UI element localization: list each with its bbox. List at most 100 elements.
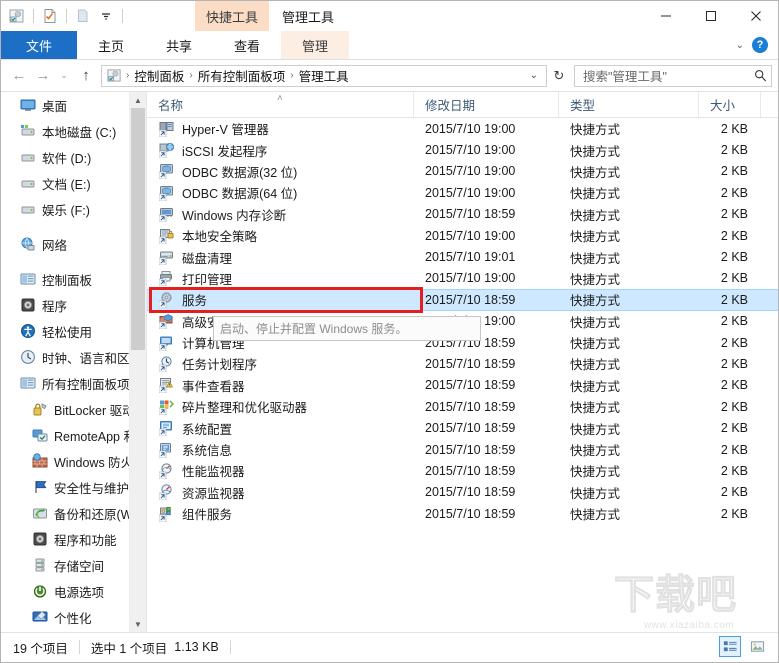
sidebar-item-11[interactable]: BitLocker 驱动器加密 bbox=[1, 396, 146, 422]
sidebar-item-7[interactable]: 程序 bbox=[1, 292, 146, 318]
sidebar-item-6[interactable]: 控制面板 bbox=[1, 266, 146, 292]
column-header-size[interactable]: 大小 bbox=[699, 92, 761, 117]
file-name-label: 系统信息 bbox=[182, 444, 233, 459]
sidebar-item-0[interactable]: 桌面 bbox=[1, 92, 146, 118]
sidebar-item-12[interactable]: RemoteApp 和桌面连接 bbox=[1, 422, 146, 448]
sidebar-item-18[interactable]: 电源选项 bbox=[1, 578, 146, 604]
sidebar-item-1[interactable]: 本地磁盘 (C:) bbox=[1, 118, 146, 144]
sidebar-item-3[interactable]: 文档 (E:) bbox=[1, 170, 146, 196]
table-row[interactable]: 服务 2015/7/10 18:59 快捷方式 2 KB bbox=[147, 289, 778, 311]
table-row[interactable]: 组件服务 2015/7/10 18:59 快捷方式 2 KB bbox=[147, 503, 778, 524]
sidebar-item-label: 文档 (E:) bbox=[42, 177, 91, 192]
title-bar: 快捷工具 管理工具 bbox=[1, 1, 778, 31]
file-name-cell: ODBC 数据源(64 位) bbox=[147, 183, 414, 202]
file-name-cell: 组件服务 bbox=[147, 504, 414, 523]
sidebar-item-17[interactable]: 存储空间 bbox=[1, 552, 146, 578]
sidebar-item-label: 安全性与维护 bbox=[54, 481, 130, 496]
table-row[interactable]: ODBC 数据源(32 位) 2015/7/10 19:00 快捷方式 2 KB bbox=[147, 161, 778, 182]
table-row[interactable]: 打印管理 2015/7/10 19:00 快捷方式 2 KB bbox=[147, 268, 778, 289]
tab-manage[interactable]: 管理 bbox=[281, 31, 349, 59]
file-size-cell: 2 KB bbox=[720, 442, 748, 457]
search-input[interactable]: 搜索"管理工具" bbox=[583, 66, 754, 85]
column-header-type-label: 类型 bbox=[570, 99, 596, 113]
file-type-cell: 快捷方式 bbox=[570, 187, 621, 202]
close-button[interactable] bbox=[733, 1, 778, 31]
breadcrumb-item-admin-tools[interactable]: 管理工具 bbox=[296, 66, 352, 85]
table-row[interactable]: 系统配置 2015/7/10 18:59 快捷方式 2 KB bbox=[147, 417, 778, 438]
column-header-date[interactable]: 修改日期 bbox=[414, 92, 559, 117]
table-row[interactable]: 事件查看器 2015/7/10 18:59 快捷方式 2 KB bbox=[147, 375, 778, 396]
sidebar-item-2[interactable]: 软件 (D:) bbox=[1, 144, 146, 170]
table-row[interactable]: 本地安全策略 2015/7/10 19:00 快捷方式 2 KB bbox=[147, 225, 778, 246]
tab-share[interactable]: 共享 bbox=[145, 31, 213, 59]
sidebar-item-10[interactable]: 所有控制面板项 bbox=[1, 370, 146, 396]
table-row[interactable]: iSCSI 发起程序 2015/7/10 19:00 快捷方式 2 KB bbox=[147, 139, 778, 160]
admin-tools-icon[interactable] bbox=[7, 6, 27, 26]
file-name-label: ODBC 数据源(32 位) bbox=[182, 165, 298, 180]
breadcrumb[interactable]: › 控制面板 › 所有控制面板项 › 管理工具 ⌄ bbox=[101, 64, 547, 87]
nav-group-gap bbox=[1, 257, 146, 266]
sidebar-item-9[interactable]: 时钟、语言和区域 bbox=[1, 344, 146, 370]
nav-scrollbar[interactable]: ▲ ▼ bbox=[129, 92, 146, 632]
sidebar-item-19[interactable]: 个性化 bbox=[1, 604, 146, 630]
print-management-icon bbox=[158, 270, 175, 287]
nav-scroll-thumb[interactable] bbox=[131, 108, 145, 350]
sidebar-item-label: 时钟、语言和区域 bbox=[42, 351, 143, 366]
quick-access-toolbar bbox=[1, 6, 126, 26]
breadcrumb-item-all-items[interactable]: 所有控制面板项 bbox=[195, 66, 289, 85]
nav-group-gap bbox=[1, 222, 146, 231]
breadcrumb-separator-1: › bbox=[189, 70, 193, 81]
chevron-down-icon[interactable]: ⌄ bbox=[736, 40, 744, 51]
sidebar-item-15[interactable]: 备份和还原(Windows 7) bbox=[1, 500, 146, 526]
sidebar-item-13[interactable]: Windows 防火墙 bbox=[1, 448, 146, 474]
new-folder-icon[interactable] bbox=[73, 6, 93, 26]
customize-dropdown-icon[interactable] bbox=[96, 6, 116, 26]
refresh-button[interactable]: ↻ bbox=[548, 65, 570, 87]
toolbar-divider bbox=[33, 9, 34, 23]
tab-home[interactable]: 主页 bbox=[77, 31, 145, 59]
breadcrumb-item-control-panel[interactable]: 控制面板 bbox=[131, 66, 187, 85]
forward-button[interactable]: → bbox=[31, 64, 55, 88]
sidebar-item-16[interactable]: 程序和功能 bbox=[1, 526, 146, 552]
column-header-type[interactable]: 类型 bbox=[559, 92, 699, 117]
sidebar-item-4[interactable]: 娱乐 (F:) bbox=[1, 196, 146, 222]
table-row[interactable]: 碎片整理和优化驱动器 2015/7/10 18:59 快捷方式 2 KB bbox=[147, 396, 778, 417]
ribbon-right-controls: ⌄ ? bbox=[736, 31, 774, 59]
maximize-button[interactable] bbox=[688, 1, 733, 31]
tab-view[interactable]: 查看 bbox=[213, 31, 281, 59]
search-icon[interactable] bbox=[754, 69, 767, 82]
column-header-name[interactable]: 名称 ˄ bbox=[147, 92, 414, 117]
breadcrumb-dropdown-icon[interactable]: ⌄ bbox=[524, 70, 544, 81]
tab-file[interactable]: 文件 bbox=[1, 31, 77, 59]
table-row[interactable]: Windows 内存诊断 2015/7/10 18:59 快捷方式 2 KB bbox=[147, 204, 778, 225]
file-name-label: Windows 内存诊断 bbox=[182, 208, 287, 223]
recent-locations-button[interactable]: ⌄ bbox=[55, 64, 73, 88]
sidebar-item-label: 娱乐 (F:) bbox=[42, 203, 90, 218]
table-row[interactable]: 任务计划程序 2015/7/10 18:59 快捷方式 2 KB bbox=[147, 353, 778, 374]
minimize-button[interactable] bbox=[643, 1, 688, 31]
table-row[interactable]: ODBC 数据源(64 位) 2015/7/10 19:00 快捷方式 2 KB bbox=[147, 182, 778, 203]
sidebar-item-label: 网络 bbox=[42, 238, 68, 253]
back-button[interactable]: ← bbox=[7, 64, 31, 88]
power-options-icon bbox=[31, 583, 48, 599]
sidebar-item-14[interactable]: 安全性与维护 bbox=[1, 474, 146, 500]
sidebar-item-5[interactable]: 网络 bbox=[1, 231, 146, 257]
search-box[interactable]: 搜索"管理工具" bbox=[574, 64, 772, 87]
large-icons-view-icon[interactable] bbox=[746, 636, 768, 657]
nav-scroll-up-icon[interactable]: ▲ bbox=[130, 92, 146, 108]
file-type-cell: 快捷方式 bbox=[570, 144, 621, 159]
up-button[interactable]: ↑ bbox=[73, 64, 99, 88]
sidebar-item-8[interactable]: 轻松使用 bbox=[1, 318, 146, 344]
file-name-cell: 任务计划程序 bbox=[147, 354, 414, 373]
details-view-icon[interactable] bbox=[719, 636, 741, 657]
table-row[interactable]: 资源监视器 2015/7/10 18:59 快捷方式 2 KB bbox=[147, 482, 778, 503]
help-icon[interactable]: ? bbox=[752, 37, 768, 53]
table-row[interactable]: Hyper-V 管理器 2015/7/10 19:00 快捷方式 2 KB bbox=[147, 118, 778, 139]
drive-icon bbox=[19, 175, 36, 191]
table-row[interactable]: 性能监视器 2015/7/10 18:59 快捷方式 2 KB bbox=[147, 460, 778, 481]
table-row[interactable]: 系统信息 2015/7/10 18:59 快捷方式 2 KB bbox=[147, 439, 778, 460]
nav-scroll-down-icon[interactable]: ▼ bbox=[130, 616, 146, 632]
system-drive-icon bbox=[19, 123, 36, 139]
properties-icon[interactable] bbox=[40, 6, 60, 26]
table-row[interactable]: 磁盘清理 2015/7/10 19:01 快捷方式 2 KB bbox=[147, 246, 778, 267]
